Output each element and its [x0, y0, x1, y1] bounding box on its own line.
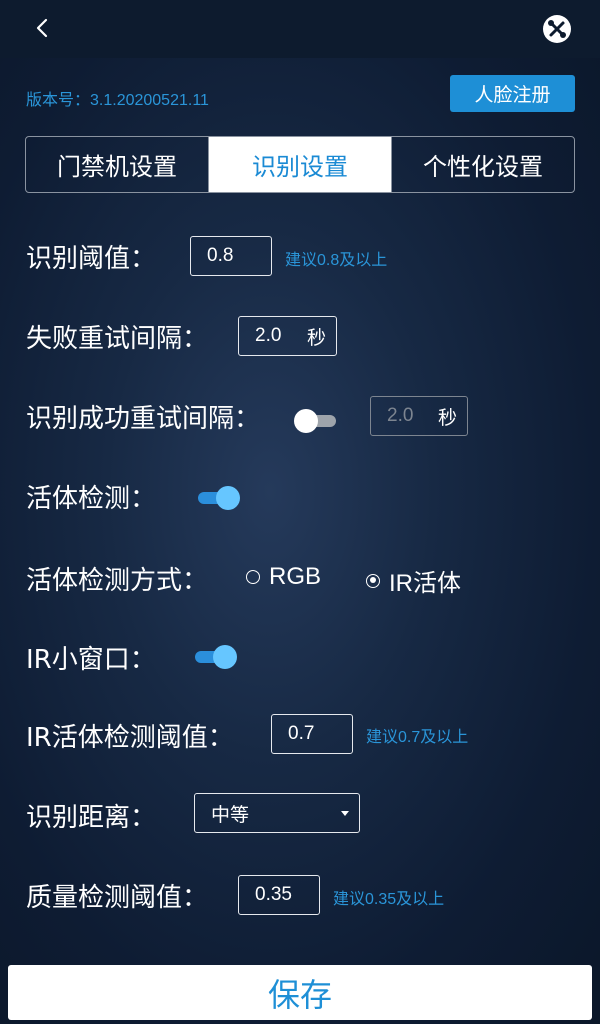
ir-threshold-value: 0.7	[288, 723, 315, 744]
threshold-input[interactable]: 0.8	[190, 236, 272, 276]
settings-tools-button[interactable]	[542, 14, 572, 44]
liveness-mode-rgb-option[interactable]: RGB	[246, 563, 321, 591]
liveness-mode-ir-option[interactable]: IR活体	[366, 563, 461, 598]
top-bar	[0, 0, 600, 58]
back-button[interactable]	[28, 14, 58, 44]
retry-interval-label: 失败重试间隔：	[26, 324, 209, 354]
tab-personalization-settings[interactable]: 个性化设置	[392, 137, 574, 192]
toggle-thumb	[213, 645, 237, 669]
retry-interval-value: 2.0	[255, 325, 282, 346]
caret-down-icon	[341, 811, 349, 816]
liveness-mode-label: 活体检测方式：	[26, 566, 209, 596]
settings-tabs: 门禁机设置 识别设置 个性化设置	[25, 136, 575, 193]
quality-value: 0.35	[255, 884, 292, 905]
toggle-thumb	[294, 409, 318, 433]
success-retry-toggle[interactable]	[294, 408, 340, 434]
face-register-button[interactable]: 人脸注册	[450, 75, 575, 112]
version-number: 版本号：3.1.20200521.11	[26, 92, 209, 109]
tools-icon	[543, 15, 571, 43]
rgb-option-label: RGB	[269, 563, 322, 590]
radio-checked	[366, 573, 380, 588]
distance-value: 中等	[211, 803, 250, 826]
quality-label: 质量检测阈值：	[26, 883, 209, 913]
threshold-hint: 建议0.8及以上	[285, 252, 388, 269]
retry-interval-input[interactable]: 2.0 秒	[238, 316, 337, 356]
radio-unchecked	[246, 570, 260, 584]
distance-label: 识别距离：	[26, 803, 157, 833]
threshold-label: 识别阈值：	[26, 244, 157, 274]
ir-threshold-label: IR活体检测阈值：	[26, 723, 234, 753]
ir-option-label: IR活体	[389, 570, 461, 597]
ir-threshold-hint: 建议0.7及以上	[366, 729, 469, 746]
ir-window-toggle[interactable]	[193, 644, 239, 670]
tab-recognition-settings[interactable]: 识别设置	[209, 137, 392, 192]
threshold-value: 0.8	[207, 245, 234, 266]
success-retry-label: 识别成功重试间隔：	[26, 404, 261, 434]
ir-threshold-input[interactable]: 0.7	[271, 714, 353, 754]
quality-input[interactable]: 0.35	[238, 875, 320, 915]
toggle-thumb	[216, 486, 240, 510]
tab-door-settings[interactable]: 门禁机设置	[26, 137, 209, 192]
quality-hint: 建议0.35及以上	[333, 891, 445, 908]
chevron-left-icon	[36, 18, 48, 38]
liveness-toggle[interactable]	[196, 485, 242, 511]
success-retry-input[interactable]: 2.0 秒	[370, 396, 468, 436]
retry-interval-unit: 秒	[306, 326, 326, 349]
liveness-label: 活体检测：	[26, 484, 157, 514]
success-retry-unit: 秒	[437, 406, 457, 429]
distance-select[interactable]: 中等	[194, 793, 360, 833]
ir-window-label: IR小窗口：	[26, 645, 156, 675]
save-button[interactable]: 保存	[8, 965, 592, 1020]
success-retry-value: 2.0	[387, 405, 414, 426]
